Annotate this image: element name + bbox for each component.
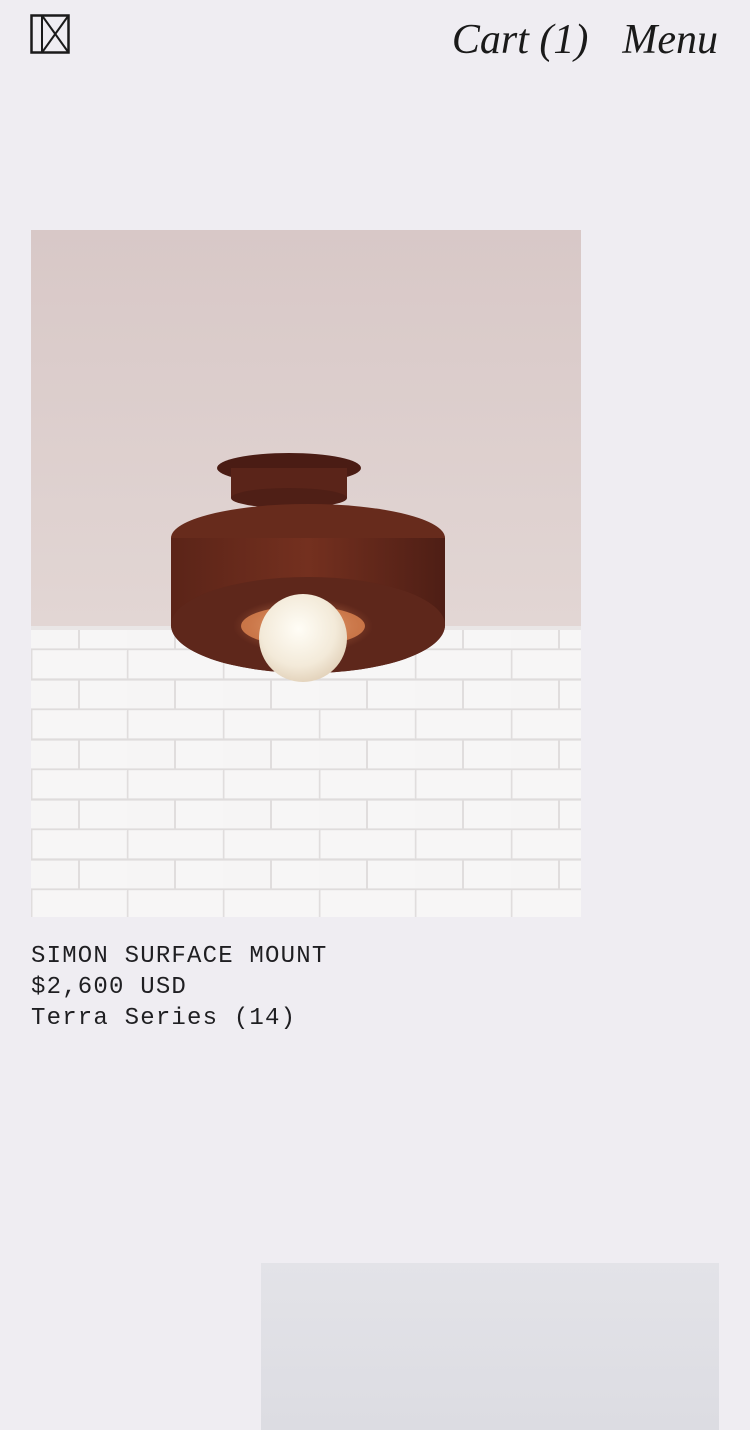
cart-link[interactable]: Cart (1) [452,14,589,66]
product-price: $2,600 USD [31,974,188,1001]
product-info: SIMON SURFACE MOUNT $2,600 USD Terra Ser… [31,941,581,1034]
top-nav: Cart (1) Menu [452,14,718,66]
logo-icon[interactable] [30,14,70,54]
next-product-image[interactable] [261,1263,719,1430]
product-series[interactable]: Terra Series (14) [31,1003,581,1034]
product-card[interactable]: SIMON SURFACE MOUNT $2,600 USD Terra Ser… [31,230,581,1034]
site-header: Cart (1) Menu [0,0,750,80]
product-name[interactable]: SIMON SURFACE MOUNT [31,941,581,972]
product-image[interactable] [31,230,581,917]
menu-button[interactable]: Menu [622,14,718,66]
